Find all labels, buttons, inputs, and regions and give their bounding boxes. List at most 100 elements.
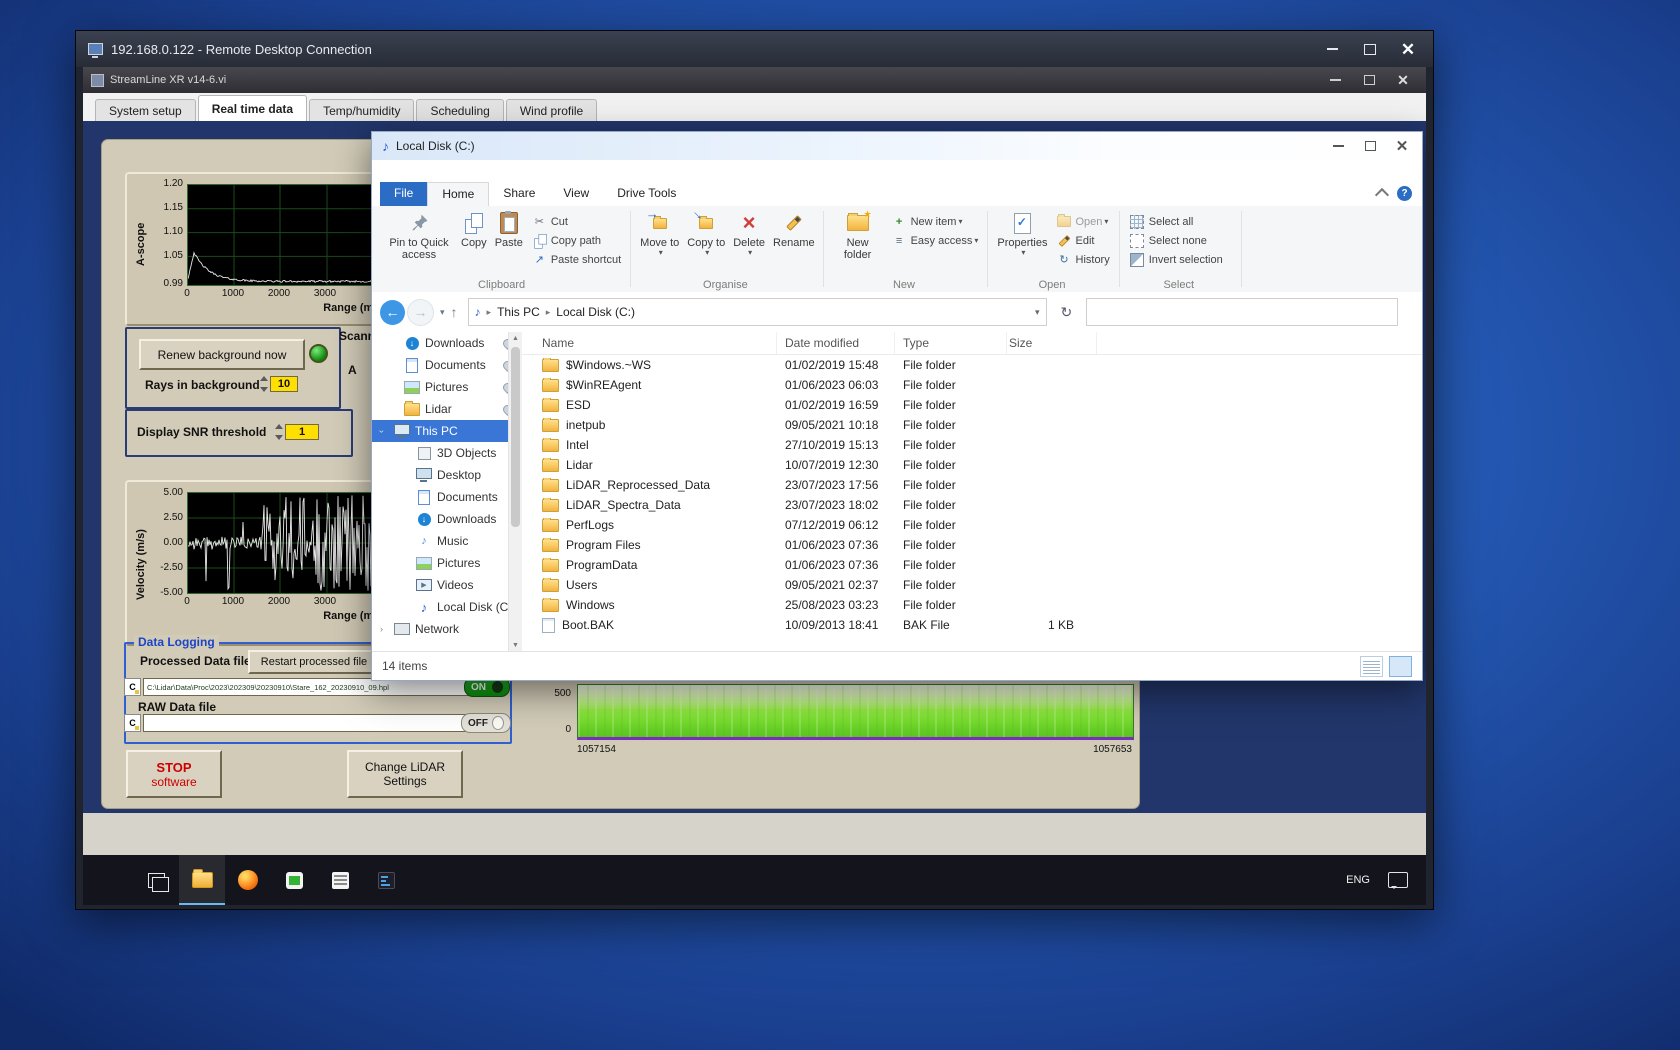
- file-row[interactable]: Users 09/05/2021 02:37 File folder: [522, 575, 1422, 595]
- tab-temp-humidity[interactable]: Temp/humidity: [309, 99, 415, 121]
- sidebar-item-network[interactable]: › Network: [372, 618, 522, 640]
- ribbon-tab-drive-tools[interactable]: Drive Tools: [603, 182, 690, 206]
- app-close-button[interactable]: ✕: [1388, 70, 1418, 90]
- taskbar-terminal-app[interactable]: [363, 855, 409, 905]
- tab-scheduling[interactable]: Scheduling: [416, 99, 504, 121]
- ribbon-tab-home[interactable]: Home: [427, 182, 490, 206]
- sidebar-item-music[interactable]: ♪ Music: [372, 530, 522, 552]
- file-row[interactable]: ESD 01/02/2019 16:59 File folder: [522, 395, 1422, 415]
- select-all-button[interactable]: Select all: [1125, 212, 1228, 231]
- history-button[interactable]: ↻ History: [1052, 250, 1115, 269]
- column-header-name[interactable]: Name: [522, 332, 777, 354]
- up-button[interactable]: ↑: [451, 304, 458, 320]
- file-row[interactable]: $Windows.~WS 01/02/2019 15:48 File folde…: [522, 355, 1422, 375]
- raw-path-field[interactable]: [143, 714, 469, 732]
- sidebar-item-3d-objects[interactable]: 3D Objects: [372, 442, 522, 464]
- breadcrumb-local-disk[interactable]: Local Disk (C:): [556, 305, 635, 319]
- ribbon-tab-file[interactable]: File: [380, 182, 428, 206]
- file-row[interactable]: LiDAR_Spectra_Data 23/07/2023 18:02 File…: [522, 495, 1422, 515]
- details-view-icon[interactable]: [1360, 655, 1383, 677]
- file-row[interactable]: Windows 25/08/2023 03:23 File folder: [522, 595, 1422, 615]
- app-maximize-button[interactable]: [1354, 70, 1384, 90]
- move-to-button[interactable]: → Move to ▾: [636, 206, 683, 277]
- sidebar-item-this-pc[interactable]: › This PC: [372, 420, 522, 442]
- copy-to-button[interactable]: → Copy to ▾: [683, 204, 729, 277]
- back-button[interactable]: ←: [380, 299, 405, 325]
- snr-control[interactable]: 1: [275, 422, 319, 442]
- snr-value[interactable]: 1: [285, 424, 319, 440]
- select-none-button[interactable]: Select none: [1125, 231, 1228, 250]
- easy-access-button[interactable]: ≡ Easy access ▾: [887, 231, 984, 250]
- rename-button[interactable]: Rename: [769, 208, 819, 277]
- notifications-icon[interactable]: [1388, 872, 1408, 889]
- copy-path-button[interactable]: Copy path: [527, 231, 626, 250]
- new-folder-button[interactable]: New folder: [829, 208, 887, 277]
- cut-button[interactable]: ✂ Cut: [527, 212, 626, 231]
- invert-selection-button[interactable]: Invert selection: [1125, 250, 1228, 269]
- file-row[interactable]: ProgramData 01/06/2023 07:36 File folder: [522, 555, 1422, 575]
- sidebar-item-downloads[interactable]: ↓ Downloads: [372, 508, 522, 530]
- address-bar[interactable]: ♪ ▸ This PC ▸ Local Disk (C:) ▾: [467, 298, 1047, 326]
- new-item-button[interactable]: + New item ▾: [887, 212, 984, 231]
- rdp-titlebar[interactable]: 192.168.0.122 - Remote Desktop Connectio…: [76, 31, 1433, 67]
- tab-system-setup[interactable]: System setup: [95, 99, 196, 121]
- forward-button[interactable]: →: [407, 298, 434, 326]
- thumbnails-view-icon[interactable]: [1389, 655, 1412, 677]
- minimize-ribbon-icon[interactable]: [1374, 187, 1390, 203]
- file-row[interactable]: Lidar 10/07/2019 12:30 File folder: [522, 455, 1422, 475]
- column-header-size[interactable]: Size: [1007, 332, 1097, 354]
- language-indicator[interactable]: ENG: [1346, 874, 1370, 886]
- delete-button[interactable]: × Delete ▾: [729, 208, 769, 277]
- recent-locations-icon[interactable]: ▾: [440, 307, 445, 318]
- ribbon-tab-view[interactable]: View: [549, 182, 603, 206]
- paste-shortcut-button[interactable]: ↗ Paste shortcut: [527, 250, 626, 269]
- renew-background-button[interactable]: Renew background now: [139, 339, 305, 370]
- snr-spinner[interactable]: [275, 422, 284, 442]
- chevron-right-icon[interactable]: ›: [380, 624, 383, 634]
- taskbar-file-explorer[interactable]: [179, 855, 225, 905]
- sidebar-item-pictures-pinned[interactable]: Pictures: [372, 376, 522, 398]
- sidebar-item-pictures[interactable]: Pictures: [372, 552, 522, 574]
- streamline-titlebar[interactable]: StreamLine XR v14-6.vi ✕: [83, 67, 1426, 93]
- tab-real-time-data[interactable]: Real time data: [197, 95, 308, 121]
- sidebar-item-documents-pinned[interactable]: Documents: [372, 354, 522, 376]
- breadcrumb-this-pc[interactable]: This PC: [497, 305, 540, 319]
- sidebar-item-lidar-pinned[interactable]: Lidar: [372, 398, 522, 420]
- sidebar-item-local-disk-c[interactable]: ♪ Local Disk (C:): [372, 596, 522, 618]
- taskbar-app-green[interactable]: [271, 855, 317, 905]
- explorer-maximize-button[interactable]: [1354, 135, 1386, 157]
- file-row[interactable]: PerfLogs 07/12/2019 06:12 File folder: [522, 515, 1422, 535]
- copy-button[interactable]: Copy: [457, 208, 491, 277]
- rdp-maximize-button[interactable]: [1351, 37, 1389, 61]
- sidebar-scrollbar[interactable]: ▲ ▼: [508, 332, 522, 652]
- rdp-minimize-button[interactable]: [1313, 37, 1351, 61]
- sidebar-item-desktop[interactable]: Desktop: [372, 464, 522, 486]
- help-icon[interactable]: ?: [1397, 186, 1412, 201]
- rdp-close-button[interactable]: ✕: [1389, 37, 1427, 61]
- pin-to-quick-access-button[interactable]: Pin to Quick access: [381, 208, 457, 277]
- chevron-down-icon[interactable]: ›: [377, 430, 387, 433]
- properties-button[interactable]: Properties▾: [993, 208, 1051, 277]
- tab-wind-profile[interactable]: Wind profile: [505, 99, 598, 121]
- paste-button[interactable]: Paste: [491, 208, 527, 277]
- sidebar-item-videos[interactable]: ▶ Videos: [372, 574, 522, 596]
- rays-value[interactable]: 10: [270, 376, 298, 392]
- app-minimize-button[interactable]: [1320, 70, 1350, 90]
- rays-spinner[interactable]: [260, 374, 269, 394]
- rays-control[interactable]: 10: [260, 374, 298, 394]
- ribbon-tab-share[interactable]: Share: [489, 182, 549, 206]
- change-lidar-settings-button[interactable]: Change LiDAR Settings: [347, 750, 463, 798]
- open-button[interactable]: Open ▾: [1052, 212, 1115, 231]
- raw-logging-toggle[interactable]: OFF: [461, 713, 511, 733]
- column-header-type[interactable]: Type: [895, 332, 1007, 354]
- sidebar-item-documents[interactable]: Documents: [372, 486, 522, 508]
- stop-software-button[interactable]: STOP software: [126, 750, 222, 798]
- taskbar-scan-scheduler[interactable]: [317, 855, 363, 905]
- column-header-date-modified[interactable]: Date modified: [777, 332, 895, 354]
- edit-button[interactable]: Edit: [1052, 231, 1115, 250]
- file-row[interactable]: Boot.BAK 10/09/2013 18:41 BAK File 1 KB: [522, 615, 1422, 635]
- file-row[interactable]: Intel 27/10/2019 15:13 File folder: [522, 435, 1422, 455]
- search-box[interactable]: [1086, 298, 1399, 326]
- explorer-close-button[interactable]: ✕: [1386, 135, 1418, 157]
- sidebar-item-downloads-pinned[interactable]: ↓ Downloads: [372, 332, 522, 354]
